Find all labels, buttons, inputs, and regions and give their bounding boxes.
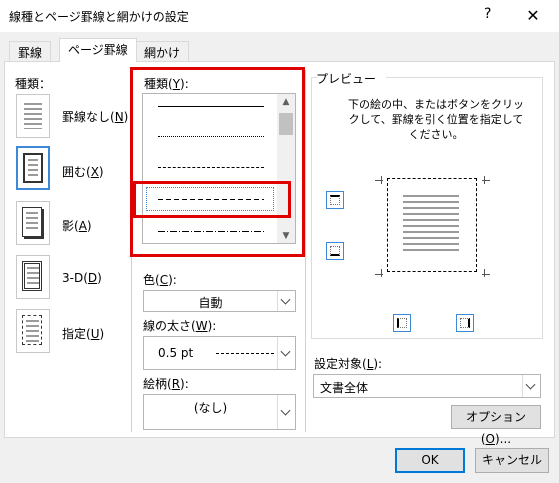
options-button[interactable]: オプション(O)... (451, 405, 541, 446)
chevron-down-icon (525, 379, 536, 390)
tab-shading[interactable]: 網かけ (135, 41, 190, 61)
setting-custom-icon[interactable] (16, 309, 50, 353)
setting-3d-icon[interactable] (16, 255, 50, 299)
setting-box-icon[interactable] (16, 146, 50, 190)
preview-text-lines (403, 195, 459, 255)
preview-label: プレビュー (316, 72, 377, 86)
preview-page[interactable] (387, 178, 477, 272)
apply-to-dropdown[interactable]: 文書全体 (313, 374, 541, 398)
art-dropdown[interactable]: (なし) (143, 394, 296, 430)
tab-borders[interactable]: 罫線 (9, 41, 52, 61)
color-dropdown[interactable]: 自動 (143, 290, 296, 312)
column-divider-right (305, 70, 306, 432)
art-value: (なし) (193, 401, 228, 415)
cancel-button[interactable]: キャンセル (475, 448, 549, 473)
top-border-icon[interactable] (326, 191, 344, 209)
color-label: 色(C): (143, 273, 177, 287)
setting-box-label[interactable]: 囲む(X) (62, 163, 104, 180)
left-border-icon[interactable] (393, 314, 411, 332)
setting-shadow-icon[interactable] (16, 201, 50, 245)
preview-instruction: 下の絵の中、またはボタンをクリックして、罫線を引く位置を指定してください。 (348, 98, 524, 141)
highlight-style-group (130, 67, 305, 257)
chevron-down-icon (280, 405, 291, 416)
width-label: 線の太さ(W): (143, 319, 217, 333)
setting-none-icon[interactable] (16, 94, 50, 138)
chevron-down-icon (280, 294, 291, 305)
setting-group-label: 種類： (15, 77, 52, 91)
setting-custom-label[interactable]: 指定(U) (62, 325, 104, 342)
width-line-sample (216, 353, 274, 354)
bottom-border-icon[interactable] (326, 242, 344, 260)
highlight-selected-style (133, 181, 291, 218)
setting-shadow-label[interactable]: 影(A) (62, 217, 92, 234)
color-value: 自動 (198, 296, 223, 310)
tab-page-border[interactable]: ページ罫線 (59, 38, 137, 62)
ok-button[interactable]: OK (395, 448, 465, 473)
chevron-down-icon (280, 346, 291, 357)
window-title: 線種とページ罫線と網かけの設定 (9, 10, 189, 24)
setting-3d-label[interactable]: 3-D(D) (62, 271, 102, 285)
right-border-icon[interactable] (456, 314, 474, 332)
close-button[interactable]: ✕ (516, 4, 550, 28)
width-dropdown[interactable]: 0.5 pt (143, 336, 296, 370)
setting-none-label[interactable]: 罫線なし(N) (62, 108, 128, 125)
apply-to-value: 文書全体 (320, 381, 369, 395)
apply-to-label: 設定対象(L): (314, 357, 383, 371)
art-label: 絵柄(R): (143, 377, 189, 391)
width-value: 0.5 pt (158, 346, 194, 360)
help-button[interactable]: ? (484, 6, 491, 22)
